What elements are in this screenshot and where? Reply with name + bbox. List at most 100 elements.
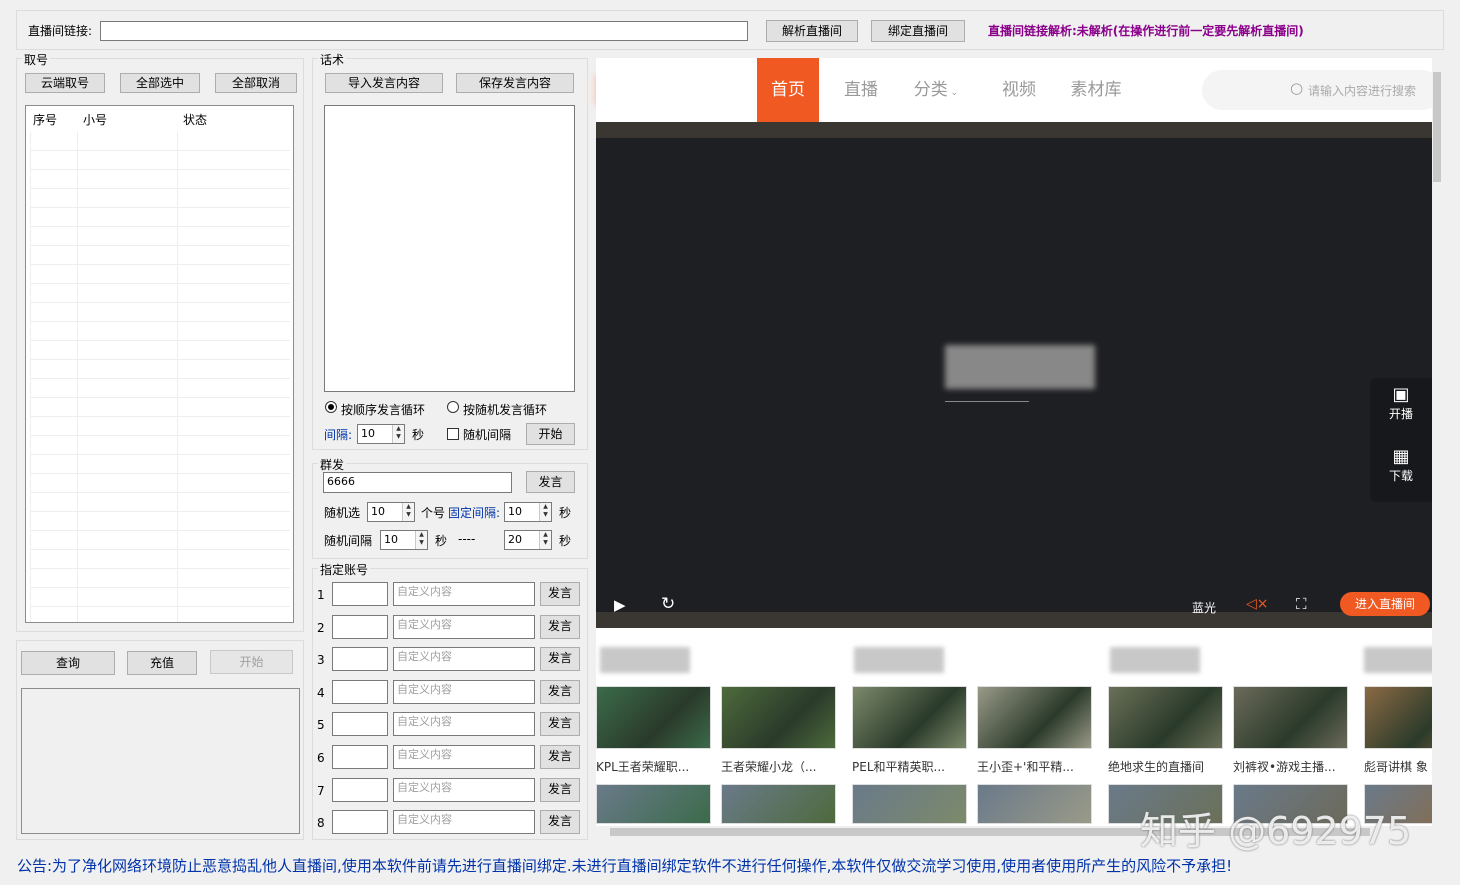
spinner-arrows[interactable]: ▲ ▼ bbox=[539, 503, 551, 521]
custom-content-input[interactable]: 自定义内容 bbox=[393, 745, 535, 769]
row-send-button[interactable]: 发言 bbox=[540, 582, 580, 606]
video-title[interactable]: KPL王者荣耀职... bbox=[596, 758, 714, 775]
recharge-button[interactable]: 充值 bbox=[127, 651, 197, 675]
account-input[interactable] bbox=[332, 745, 388, 769]
start-live-button[interactable]: ▣ 开播 bbox=[1370, 378, 1432, 436]
radio-random[interactable] bbox=[447, 401, 459, 413]
range-dash: ---- bbox=[458, 532, 476, 546]
download-button[interactable]: ▦ 下载 bbox=[1370, 440, 1432, 498]
video-thumbnail[interactable] bbox=[852, 784, 967, 824]
account-input[interactable] bbox=[332, 810, 388, 834]
import-content-button[interactable]: 导入发言内容 bbox=[325, 73, 443, 93]
video-title[interactable]: PEL和平精英职... bbox=[852, 758, 970, 775]
video-title[interactable]: 绝地求生的直播间 bbox=[1108, 758, 1226, 775]
section-tab-blur bbox=[1110, 647, 1200, 673]
radio-sequential[interactable] bbox=[325, 401, 337, 413]
spinner-arrows[interactable]: ▲ ▼ bbox=[392, 425, 404, 443]
section-tab-blur bbox=[1364, 647, 1436, 673]
random-min-spinner[interactable]: 10 ▲ ▼ bbox=[380, 530, 428, 550]
save-content-button[interactable]: 保存发言内容 bbox=[456, 73, 574, 93]
video-title[interactable]: 王者荣耀小龙（... bbox=[721, 758, 839, 775]
nav-home[interactable]: 首页 bbox=[757, 58, 819, 122]
nav-live[interactable]: 直播 bbox=[836, 58, 886, 122]
account-input[interactable] bbox=[332, 778, 388, 802]
log-box[interactable] bbox=[21, 688, 300, 834]
bind-button[interactable]: 绑定直播间 bbox=[871, 20, 965, 42]
query-button[interactable]: 查询 bbox=[21, 651, 115, 675]
random-max-value: 20 bbox=[508, 533, 522, 546]
account-input[interactable] bbox=[332, 680, 388, 704]
custom-content-input[interactable]: 自定义内容 bbox=[393, 647, 535, 671]
row-send-button[interactable]: 发言 bbox=[540, 778, 580, 802]
mute-icon[interactable]: ◁× bbox=[1246, 596, 1269, 612]
custom-content-input[interactable]: 自定义内容 bbox=[393, 615, 535, 639]
web-vscrollbar[interactable] bbox=[1432, 58, 1442, 838]
video-title[interactable]: 彪哥讲棋 象 bbox=[1364, 758, 1436, 775]
custom-content-input[interactable]: 自定义内容 bbox=[393, 582, 535, 606]
count-label: 个号 bbox=[421, 506, 446, 520]
row-number: 6 bbox=[317, 751, 325, 765]
video-thumbnail[interactable] bbox=[721, 784, 836, 824]
row-send-button[interactable]: 发言 bbox=[540, 810, 580, 834]
row-send-button[interactable]: 发言 bbox=[540, 615, 580, 639]
accounts-table-header: 序号 小号 状态 bbox=[26, 106, 293, 132]
script-content-textarea[interactable] bbox=[324, 105, 575, 392]
account-input[interactable] bbox=[332, 615, 388, 639]
deselect-all-button[interactable]: 全部取消 bbox=[215, 73, 297, 93]
video-title[interactable]: 王小歪+'和平精... bbox=[977, 758, 1095, 775]
video-thumbnail[interactable] bbox=[1233, 686, 1348, 749]
script-start-button[interactable]: 开始 bbox=[526, 423, 575, 445]
account-input[interactable] bbox=[332, 712, 388, 736]
interval-spinner[interactable]: 10 ▲ ▼ bbox=[357, 424, 405, 444]
nav-materials[interactable]: 素材库 bbox=[1066, 58, 1126, 122]
web-vscroll-thumb[interactable] bbox=[1433, 72, 1441, 182]
custom-content-input[interactable]: 自定义内容 bbox=[393, 712, 535, 736]
accounts-table[interactable]: 序号 小号 状态 bbox=[25, 105, 294, 623]
watermark: 知乎 @692975 bbox=[1140, 809, 1412, 853]
mass-send-button[interactable]: 发言 bbox=[526, 471, 575, 493]
video-player[interactable]: ▶ ↻ 蓝光 ◁× ⛶ 进入直播间 ▣ 开播 ▦ 下载 bbox=[596, 122, 1432, 628]
refresh-icon[interactable]: ↻ bbox=[661, 594, 675, 614]
fixed-interval-spinner[interactable]: 10 ▲ ▼ bbox=[504, 502, 552, 522]
play-icon[interactable]: ▶ bbox=[614, 596, 626, 614]
row-send-button[interactable]: 发言 bbox=[540, 680, 580, 704]
video-thumbnail[interactable] bbox=[596, 686, 711, 749]
quality-label[interactable]: 蓝光 bbox=[1192, 599, 1216, 616]
random-pick-spinner[interactable]: 10 ▲ ▼ bbox=[367, 502, 415, 522]
random-max-spinner[interactable]: 20 ▲ ▼ bbox=[504, 530, 552, 550]
cloud-fetch-button[interactable]: 云端取号 bbox=[25, 73, 105, 93]
link-input[interactable] bbox=[100, 21, 748, 41]
account-input[interactable] bbox=[332, 647, 388, 671]
web-search-box[interactable]: ○ 请输入内容进行搜索 bbox=[1202, 70, 1436, 110]
video-thumbnail[interactable] bbox=[721, 686, 836, 749]
custom-content-input[interactable]: 自定义内容 bbox=[393, 810, 535, 834]
row-number: 3 bbox=[317, 653, 325, 667]
web-view[interactable]: 首页 直播 分类 ⌄ 视频 素材库 ○ 请输入内容进行搜索 ▶ ↻ 蓝光 ◁× … bbox=[596, 58, 1436, 838]
select-all-button[interactable]: 全部选中 bbox=[120, 73, 200, 93]
account-input[interactable] bbox=[332, 582, 388, 606]
bottom-start-button[interactable]: 开始 bbox=[210, 650, 293, 674]
video-title[interactable]: 刘裤衩•游戏主播... bbox=[1233, 758, 1351, 775]
col-divider bbox=[77, 132, 78, 622]
video-thumbnail[interactable] bbox=[596, 784, 711, 824]
row-send-button[interactable]: 发言 bbox=[540, 745, 580, 769]
random-interval-checkbox[interactable] bbox=[447, 428, 459, 440]
video-thumbnail[interactable] bbox=[1364, 686, 1436, 749]
custom-content-input[interactable]: 自定义内容 bbox=[393, 778, 535, 802]
parse-button[interactable]: 解析直播间 bbox=[766, 20, 858, 42]
spinner-arrows[interactable]: ▲ ▼ bbox=[415, 531, 427, 549]
mass-message-input[interactable]: 6666 bbox=[323, 472, 512, 493]
video-thumbnail[interactable] bbox=[977, 686, 1092, 749]
spinner-arrows[interactable]: ▲ ▼ bbox=[539, 531, 551, 549]
video-thumbnail[interactable] bbox=[1108, 686, 1223, 749]
video-thumbnail[interactable] bbox=[852, 686, 967, 749]
row-send-button[interactable]: 发言 bbox=[540, 647, 580, 671]
row-send-button[interactable]: 发言 bbox=[540, 712, 580, 736]
enter-room-button[interactable]: 进入直播间 bbox=[1340, 592, 1430, 616]
custom-content-input[interactable]: 自定义内容 bbox=[393, 680, 535, 704]
spinner-arrows[interactable]: ▲ ▼ bbox=[402, 503, 414, 521]
video-thumbnail[interactable] bbox=[977, 784, 1092, 824]
nav-video[interactable]: 视频 bbox=[994, 58, 1044, 122]
fullscreen-icon[interactable]: ⛶ bbox=[1296, 595, 1307, 613]
nav-category[interactable]: 分类 ⌄ bbox=[906, 58, 966, 122]
